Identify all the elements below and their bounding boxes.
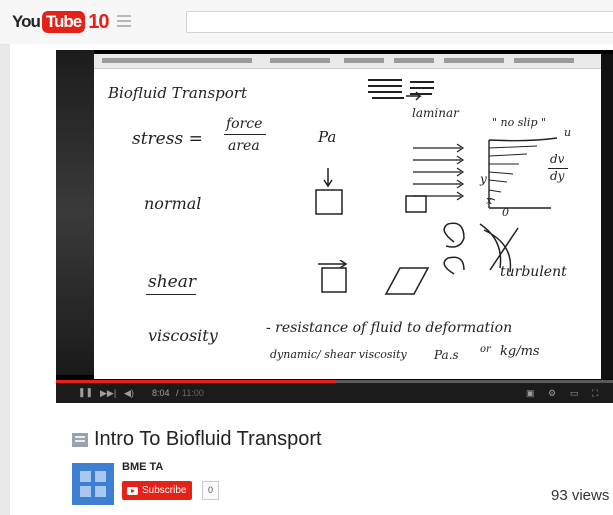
subscribe-button[interactable]: Subscribe bbox=[122, 481, 193, 500]
laminar-layers-sketch bbox=[368, 79, 434, 101]
shear-stress-sketch bbox=[318, 260, 430, 295]
progress-bar[interactable] bbox=[56, 380, 613, 383]
board-dy: dy bbox=[550, 169, 565, 183]
board-normal: normal bbox=[144, 194, 202, 213]
normal-stress-sketch bbox=[315, 168, 427, 215]
whiteboard-toolbar bbox=[94, 54, 613, 69]
whiteboard-right-strip bbox=[601, 54, 613, 379]
video-player[interactable]: Biofluid Transport stress = force area P… bbox=[56, 50, 613, 403]
board-shear: shear bbox=[148, 272, 196, 292]
subscriber-count: 0 bbox=[202, 481, 220, 500]
youtube-logo[interactable]: You Tube 10 bbox=[12, 9, 109, 35]
board-no-slip: " no slip " bbox=[492, 116, 547, 129]
settings-gear-icon[interactable]: ⚙ bbox=[548, 389, 556, 398]
board-turbulent: turbulent bbox=[500, 264, 567, 280]
board-stress: stress = bbox=[132, 129, 203, 149]
channel-avatar[interactable] bbox=[72, 463, 114, 505]
board-zero: 0 bbox=[502, 206, 509, 219]
board-laminar: laminar bbox=[412, 106, 459, 120]
board-kgms: kg/ms bbox=[500, 344, 540, 359]
video-title-row: Intro To Biofluid Transport bbox=[72, 428, 322, 451]
time-total: 11:00 bbox=[182, 388, 204, 398]
board-or: or bbox=[480, 344, 491, 355]
player-controls: ❚❚ ▶▶| ◀) 8:04 / 11:00 ▣ ⚙ ▭ ⛶ bbox=[56, 380, 613, 403]
size-toggle-icon[interactable]: ▭ bbox=[570, 389, 579, 398]
subscribe-label: Subscribe bbox=[142, 485, 187, 496]
fullscreen-icon[interactable]: ⛶ bbox=[592, 389, 598, 398]
board-viscosity: viscosity bbox=[148, 326, 218, 345]
board-force: force bbox=[226, 116, 263, 132]
search-input[interactable] bbox=[186, 11, 613, 33]
time-current: 8:04 bbox=[152, 388, 170, 398]
whiteboard-video-frame: Biofluid Transport stress = force area P… bbox=[94, 54, 613, 379]
board-x: x bbox=[486, 194, 493, 207]
board-viscosity-definition: - resistance of fluid to deformation bbox=[266, 320, 513, 336]
view-count: 93 views bbox=[551, 487, 610, 504]
captions-icon[interactable]: ▣ bbox=[526, 389, 535, 398]
board-dv: dv bbox=[550, 152, 565, 166]
next-icon[interactable]: ▶▶| bbox=[100, 389, 116, 398]
pause-icon[interactable]: ❚❚ bbox=[78, 388, 93, 397]
masthead: You Tube 10 bbox=[0, 0, 613, 45]
playlist-icon bbox=[72, 432, 88, 447]
progress-bar-fill bbox=[56, 380, 335, 383]
board-unit-pa: Pa bbox=[318, 128, 337, 146]
video-title: Intro To Biofluid Transport bbox=[94, 428, 322, 450]
channel-name[interactable]: BME TA bbox=[122, 461, 163, 473]
logo-ten-text: 10 bbox=[88, 10, 109, 33]
logo-tube-text: Tube bbox=[41, 11, 86, 33]
video-side-strip bbox=[56, 50, 94, 375]
logo-you-text: You bbox=[12, 12, 41, 31]
volume-icon[interactable]: ◀) bbox=[124, 389, 134, 398]
guide-menu-icon[interactable] bbox=[117, 15, 131, 27]
youtube-play-icon bbox=[127, 486, 138, 495]
turbulence-sketch bbox=[443, 222, 519, 275]
board-u: u bbox=[564, 126, 572, 139]
board-pas: Pa.s bbox=[434, 348, 459, 362]
board-dynamic-viscosity: dynamic/ shear viscosity bbox=[270, 348, 407, 361]
board-title: Biofluid Transport bbox=[108, 84, 247, 102]
board-y: y bbox=[480, 172, 487, 186]
board-area: area bbox=[228, 138, 260, 154]
